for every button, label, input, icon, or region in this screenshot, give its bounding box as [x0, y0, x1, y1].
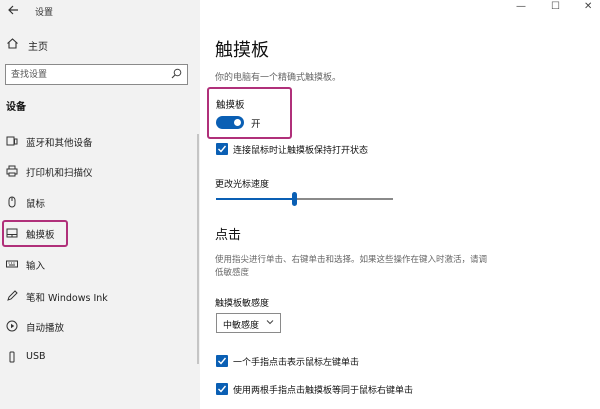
sidebar-item-label: 笔和 Windows Ink	[26, 293, 108, 304]
sidebar-item-bluetooth[interactable]: 蓝牙和其他设备	[0, 132, 200, 152]
search-icon[interactable]	[171, 68, 182, 79]
toggle-state-label: 开	[251, 119, 261, 130]
sidebar-item-label: USB	[26, 351, 46, 362]
sensitivity-selected-value: 中敏感度	[223, 321, 260, 331]
click-section-title: 点击	[215, 228, 242, 243]
sidebar-item-autoplay[interactable]: 自动播放	[0, 317, 200, 337]
slider-track-filled	[216, 198, 294, 200]
keep-touchpad-on-checkbox[interactable]	[216, 143, 228, 155]
checkbox-label: 一个手指点击表示鼠标左键单击	[233, 358, 360, 368]
page-description: 你的电脑有一个精确式触摸板。	[215, 73, 342, 83]
keep-touchpad-on-checkbox-row[interactable]: 连接鼠标时让触摸板保持打开状态	[216, 143, 596, 157]
slider-track-empty	[294, 198, 393, 200]
toggle-knob	[234, 119, 241, 126]
single-tap-checkbox[interactable]	[216, 355, 228, 367]
section-title-devices: 设备	[6, 102, 26, 113]
sidebar-item-label: 打印机和扫描仪	[26, 168, 93, 179]
single-tap-checkbox-row[interactable]: 一个手指点击表示鼠标左键单击	[216, 355, 596, 369]
minimize-button[interactable]: —	[516, 2, 526, 12]
sidebar-item-home[interactable]: 主页	[0, 35, 200, 55]
sidebar: 设置 主页 设备 蓝牙和其他设备 打印机和扫描仪 鼠标 触摸板 输入 笔和 Wi…	[0, 0, 200, 409]
sidebar-item-label: 蓝牙和其他设备	[26, 138, 93, 149]
checkmark-icon	[218, 357, 227, 365]
sidebar-item-label: 输入	[26, 261, 46, 272]
mouse-icon	[8, 196, 16, 208]
two-finger-checkbox[interactable]	[216, 383, 228, 395]
sidebar-item-label: 主页	[28, 42, 48, 53]
sidebar-item-mouse[interactable]: 鼠标	[0, 193, 200, 213]
keyboard-icon	[6, 260, 18, 268]
maximize-button[interactable]: ☐	[551, 2, 560, 12]
home-icon	[6, 37, 19, 53]
sensitivity-label: 触摸板敏感度	[215, 299, 270, 309]
sidebar-item-typing[interactable]: 输入	[0, 255, 200, 275]
printer-icon	[6, 165, 18, 177]
checkbox-label: 连接鼠标时让触摸板保持打开状态	[233, 146, 369, 156]
sidebar-item-label: 自动播放	[26, 323, 65, 334]
checkbox-label: 使用两根手指点击触摸板等同于鼠标右键单击	[233, 386, 414, 396]
two-finger-checkbox-row[interactable]: 使用两根手指点击触摸板等同于鼠标右键单击	[216, 383, 596, 397]
click-section-description: 使用指尖进行单击、右键单击和选择。如果这些操作在键入时激活，请调低敏感度	[215, 255, 488, 278]
search-input[interactable]	[11, 68, 161, 81]
checkmark-icon	[218, 385, 227, 393]
usb-icon	[9, 351, 15, 363]
chevron-down-icon	[266, 318, 274, 328]
sidebar-item-label: 鼠标	[26, 199, 46, 210]
sidebar-item-pen[interactable]: 笔和 Windows Ink	[0, 287, 200, 307]
sidebar-scrollbar[interactable]	[197, 134, 199, 364]
sidebar-item-usb[interactable]: USB	[0, 348, 200, 368]
pen-icon	[7, 290, 18, 301]
touchpad-toggle-highlight-box	[207, 87, 292, 139]
window-title: 设置	[35, 8, 54, 18]
page-title: 触摸板	[215, 40, 269, 61]
slider-thumb[interactable]	[292, 192, 297, 206]
autoplay-icon	[6, 320, 18, 332]
back-arrow-icon[interactable]	[7, 4, 19, 18]
touchpad-highlight-box	[2, 220, 68, 247]
checkmark-icon	[218, 145, 227, 153]
sidebar-item-printers[interactable]: 打印机和扫描仪	[0, 162, 200, 182]
bluetooth-icon	[6, 136, 18, 146]
close-button[interactable]: ✕	[584, 2, 592, 12]
search-box[interactable]	[5, 64, 188, 85]
sensitivity-dropdown[interactable]: 中敏感度	[216, 313, 281, 333]
touchpad-toggle-label: 触摸板	[216, 100, 245, 111]
touchpad-toggle-switch[interactable]	[216, 116, 244, 129]
cursor-speed-label: 更改光标速度	[215, 180, 270, 190]
cursor-speed-slider[interactable]	[216, 192, 393, 208]
